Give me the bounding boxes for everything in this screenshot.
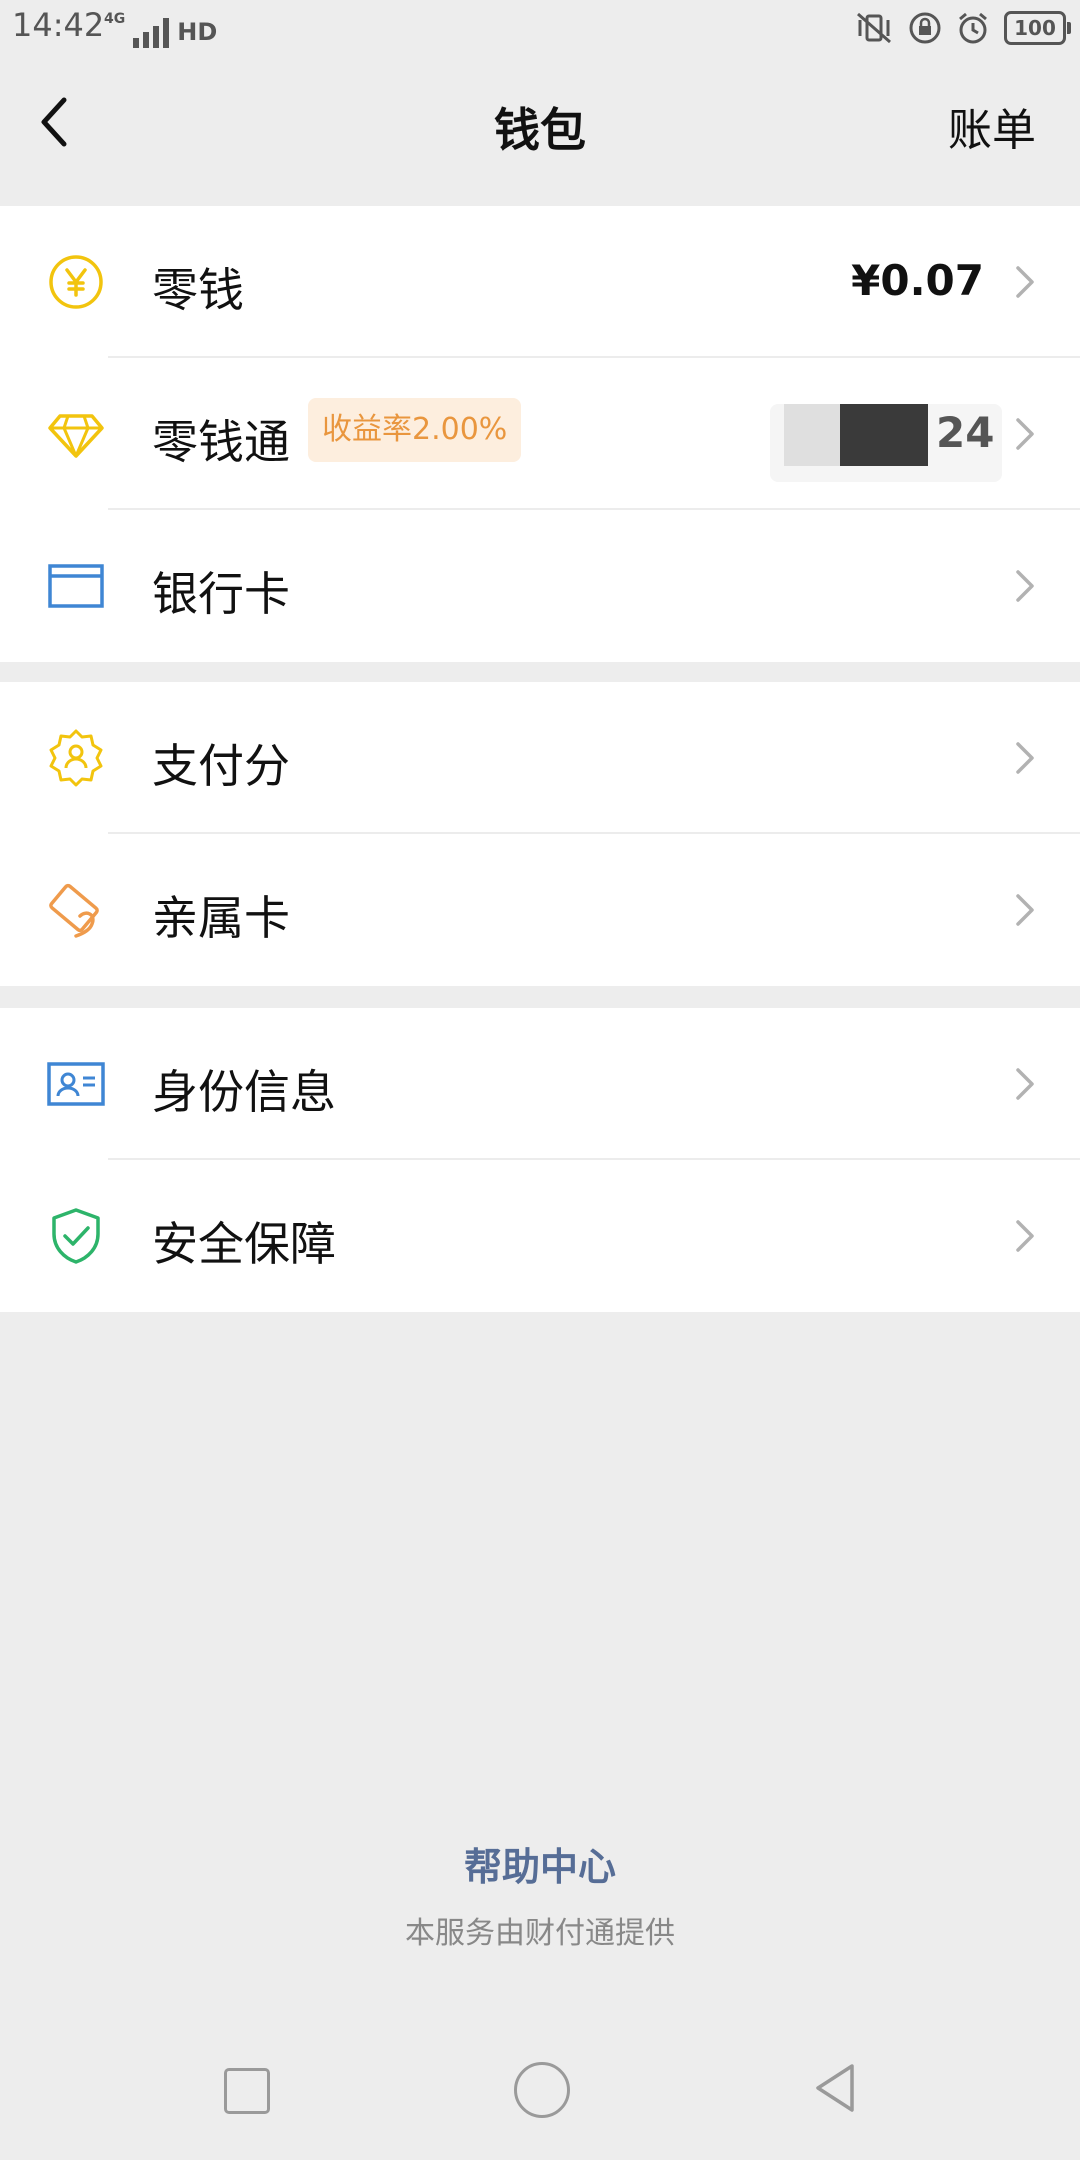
change-balance: ¥0.07 [851, 256, 984, 305]
chevron-right-icon [1016, 742, 1034, 774]
row-change-pass[interactable]: 零钱通 收益率2.00% 24 [0, 358, 1080, 510]
status-right-icons: 100 [854, 10, 1071, 46]
masked-balance: 24 [770, 404, 1002, 496]
network-type: 4G [104, 11, 126, 27]
chevron-right-icon [1016, 570, 1034, 602]
page-title: 钱包 [494, 103, 586, 157]
redaction-block [784, 404, 844, 466]
row-family-card[interactable]: 亲属卡 [0, 834, 1080, 986]
row-label: 零钱通 [152, 415, 290, 469]
back-triangle-icon[interactable] [810, 2060, 860, 2116]
row-identity[interactable]: 身份信息 [0, 1008, 1080, 1160]
chevron-right-icon [1016, 894, 1034, 926]
row-pay-score[interactable]: 支付分 [0, 682, 1080, 834]
shield-check-icon [52, 1208, 100, 1264]
card-icon [48, 564, 104, 608]
wallet-group-3: 身份信息 安全保障 [0, 1008, 1080, 1312]
chevron-right-icon [1016, 1220, 1034, 1252]
row-security[interactable]: 安全保障 [0, 1160, 1080, 1312]
row-label: 支付分 [152, 739, 290, 793]
help-center-link[interactable]: 帮助中心 [0, 1836, 1080, 1891]
status-time: 14:42 [12, 6, 105, 44]
wallet-group-2: 支付分 亲属卡 [0, 682, 1080, 986]
badge-person-icon [49, 729, 103, 787]
id-card-icon [47, 1062, 105, 1106]
row-label: 身份信息 [152, 1065, 336, 1119]
recent-apps-button[interactable] [224, 2068, 270, 2114]
nav-header: 钱包 账单 [0, 56, 1080, 206]
alarm-icon [959, 12, 987, 44]
vibrate-mute-icon [857, 12, 891, 44]
balance-tail: 24 [936, 408, 995, 457]
row-change[interactable]: 零钱 ¥0.07 [0, 206, 1080, 358]
chevron-right-icon [1016, 418, 1034, 450]
provider-text: 本服务由财付通提供 [405, 1916, 675, 1951]
chevron-right-icon [1016, 266, 1034, 298]
network-indicators: 4G HD [104, 8, 217, 48]
home-button[interactable] [514, 2062, 570, 2118]
row-label: 银行卡 [152, 567, 290, 621]
signal-icon [133, 16, 170, 48]
wallet-group-1: 零钱 ¥0.07 零钱通 收益率2.00% 24 银行卡 [0, 206, 1080, 662]
chevron-right-icon [1016, 1068, 1034, 1100]
diamond-icon [48, 414, 104, 458]
family-card-icon [49, 883, 99, 938]
row-label: 亲属卡 [152, 891, 290, 945]
row-label: 安全保障 [152, 1217, 336, 1271]
hd-icon: HD [177, 18, 218, 46]
row-bank-card[interactable]: 银行卡 [0, 510, 1080, 662]
status-bar: 14:42 4G HD 100 [0, 0, 1080, 56]
lock-rotation-icon [909, 12, 941, 44]
yuan-circle-icon [49, 255, 103, 309]
yield-badge: 收益率2.00% [308, 398, 522, 462]
bill-button[interactable]: 账单 [948, 94, 1036, 158]
system-nav-bar [0, 2040, 1080, 2140]
row-label: 零钱 [152, 263, 244, 317]
battery-icon: 100 [1004, 11, 1071, 45]
redaction-block [840, 404, 928, 466]
